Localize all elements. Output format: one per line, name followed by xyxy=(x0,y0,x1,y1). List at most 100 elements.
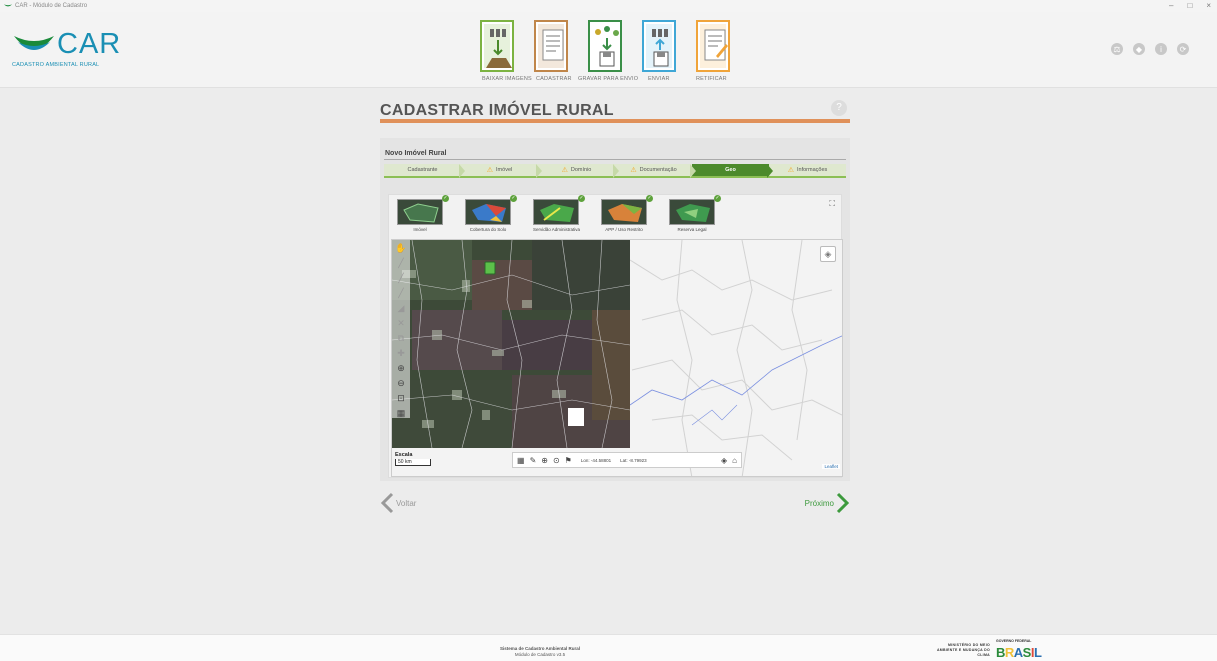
zoom-out-icon[interactable]: ⊖ xyxy=(395,377,407,389)
leaflet-attribution-link[interactable]: Leaflet xyxy=(822,464,840,469)
back-button[interactable]: Voltar xyxy=(380,492,416,514)
latitude-readout: Lat: -8.79923 xyxy=(620,457,647,463)
merge-icon[interactable]: ⧉ xyxy=(395,332,407,344)
check-icon: ✓ xyxy=(510,195,517,202)
pan-hand-icon[interactable]: ✋ xyxy=(395,242,407,254)
brasil-logo: BRASIL xyxy=(996,645,1042,660)
layer-thumbnail xyxy=(465,199,511,225)
footer-system-text: Sistema de Cadastro Ambiental Rural Módu… xyxy=(480,646,600,658)
layer-thumbnail xyxy=(533,199,579,225)
next-label: Próximo xyxy=(804,498,834,508)
map-icon[interactable]: ▦ xyxy=(395,407,407,419)
layer-reserva-legal[interactable]: Reserva Legal ✓ xyxy=(669,195,721,232)
step-label-gravar: GRAVAR PARA ENVIO xyxy=(578,76,639,82)
step-label-cadastrar: CADASTRAR xyxy=(536,76,572,82)
map-scale: Escala 50 km xyxy=(395,452,431,466)
layer-label: Cobertura do Solo xyxy=(469,227,507,232)
cut-icon[interactable]: ◢ xyxy=(395,302,407,314)
layers-icon[interactable]: ◈ xyxy=(721,456,727,465)
ministry-logo: MINISTÉRIO DO MEIO AMBIENTE E MUDANÇA DO… xyxy=(936,643,990,657)
tab-informacoes[interactable]: ⚠ Informações xyxy=(769,164,846,178)
measure-icon[interactable]: ✚ xyxy=(395,347,407,359)
step-cadastrar[interactable] xyxy=(534,20,568,72)
draw-polygon-icon[interactable]: ╱ xyxy=(395,272,407,284)
chevron-right-icon xyxy=(836,492,850,514)
register-form-icon xyxy=(542,29,564,61)
step-retificar[interactable] xyxy=(696,20,730,72)
car-logo-icon xyxy=(14,36,54,50)
tab-documentacao[interactable]: ⚠ Documentação xyxy=(615,164,696,178)
window-titlebar: CAR - Módulo de Cadastro – □ × xyxy=(0,0,1217,12)
balance-icon[interactable]: ⚖ xyxy=(1111,43,1123,55)
scale-value: 50 km xyxy=(395,459,431,466)
step-label-retificar: RETIFICAR xyxy=(696,76,727,82)
layer-imovel[interactable]: Imóvel ✓ xyxy=(397,195,449,232)
map-view[interactable]: ✋ ╱ ╱ ╱ ◢ ✕ ⧉ ✚ ⊕ ⊖ ⊡ ▦ ◈ Escala 50 km ▦… xyxy=(391,239,843,477)
form-tabs: Cadastrante ⚠ Imóvel ⚠ Domínio ⚠ Documen… xyxy=(384,164,846,178)
gps-point-icon[interactable]: ⚑ xyxy=(565,456,572,465)
chevron-left-icon xyxy=(380,492,394,514)
check-icon: ✓ xyxy=(442,195,449,202)
page-footer: Sistema de Cadastro Ambiental Rural Módu… xyxy=(0,634,1217,661)
map-fold-icon[interactable]: ▦ xyxy=(517,456,525,465)
fullscreen-icon[interactable]: ⛶ xyxy=(829,199,835,209)
minimize-button[interactable]: – xyxy=(1169,1,1173,10)
draw-line-icon[interactable]: ╱ xyxy=(395,257,407,269)
layer-app-uso-restrito[interactable]: APP / Uso Restrito ✓ xyxy=(601,195,653,232)
tab-dominio[interactable]: ⚠ Domínio xyxy=(538,164,619,178)
tab-label: Geo xyxy=(725,167,736,173)
check-icon: ✓ xyxy=(578,195,585,202)
layer-cobertura-solo[interactable]: Cobertura do Solo ✓ xyxy=(465,195,517,232)
zoom-extent-icon[interactable]: ⊡ xyxy=(395,392,407,404)
page-title: CADASTRAR IMÓVEL RURAL xyxy=(380,102,614,119)
tab-geo[interactable]: Geo xyxy=(692,164,773,178)
layer-thumbnail xyxy=(601,199,647,225)
diamond-icon[interactable]: ◆ xyxy=(1133,43,1145,55)
form-title: Novo Imóvel Rural xyxy=(385,150,447,157)
layer-servidao-administrativa[interactable]: Servidão Administrativa ✓ xyxy=(533,195,585,232)
car-logo[interactable]: CAR CADASTRO AMBIENTAL RURAL xyxy=(10,28,120,72)
layer-label: Servidão Administrativa xyxy=(533,227,581,232)
download-images-icon xyxy=(486,29,512,68)
delete-icon[interactable]: ✕ xyxy=(395,317,407,329)
step-enviar[interactable] xyxy=(642,20,676,72)
tab-label: Documentação xyxy=(639,167,677,173)
save-for-upload-icon xyxy=(595,26,619,67)
gov-label: GOVERNO FEDERAL xyxy=(996,639,1032,643)
close-button[interactable]: × xyxy=(1206,1,1211,10)
tab-label: Informações xyxy=(797,167,828,173)
rectify-icon xyxy=(704,29,728,61)
form-divider xyxy=(384,159,846,160)
check-icon: ✓ xyxy=(646,195,653,202)
step-baixar-imagens[interactable] xyxy=(480,20,514,72)
logo-subtitle: CADASTRO AMBIENTAL RURAL xyxy=(12,62,100,68)
map-bottom-toolbar: ▦ ✎ ⊕ ⊙ ⚑ Lon: -44.58801 Lat: -8.79923 ◈… xyxy=(512,452,742,468)
layers-switch-icon[interactable]: ◈ xyxy=(820,246,836,262)
app-icon xyxy=(4,4,12,7)
tab-imovel[interactable]: ⚠ Imóvel xyxy=(461,164,542,178)
warning-icon: ⚠ xyxy=(787,167,794,174)
warning-icon: ⚠ xyxy=(486,167,494,174)
layer-thumbnail xyxy=(397,199,443,225)
map-edit-toolbar: ✋ ╱ ╱ ╱ ◢ ✕ ⧉ ✚ ⊕ ⊖ ⊡ ▦ xyxy=(392,240,410,418)
info-icon[interactable]: i xyxy=(1155,43,1167,55)
maximize-button[interactable]: □ xyxy=(1187,1,1192,10)
help-icon[interactable]: ? xyxy=(831,100,847,116)
edit-icon[interactable]: ╱ xyxy=(395,287,407,299)
logo-name: CAR xyxy=(57,28,122,60)
tab-cadastrante[interactable]: Cadastrante xyxy=(384,164,465,178)
locate-icon[interactable]: ⊙ xyxy=(553,456,560,465)
next-button[interactable]: Próximo xyxy=(805,492,850,514)
ruler-icon[interactable]: ✎ xyxy=(530,456,537,465)
step-gravar-para-envio[interactable] xyxy=(588,20,622,72)
tab-label: Domínio xyxy=(570,167,592,173)
app-header: CAR CADASTRO AMBIENTAL RURAL BAIXAR IMAG… xyxy=(0,12,1217,88)
search-zoom-icon[interactable]: ⊕ xyxy=(541,456,548,465)
institution-icon[interactable]: ⌂ xyxy=(732,456,737,465)
zoom-in-icon[interactable]: ⊕ xyxy=(395,362,407,374)
tab-label: Imóvel xyxy=(496,167,513,173)
tab-label: Cadastrante xyxy=(407,167,438,173)
refresh-icon[interactable]: ⟳ xyxy=(1177,43,1189,55)
layer-thumbnail xyxy=(669,199,715,225)
send-icon xyxy=(652,29,669,67)
